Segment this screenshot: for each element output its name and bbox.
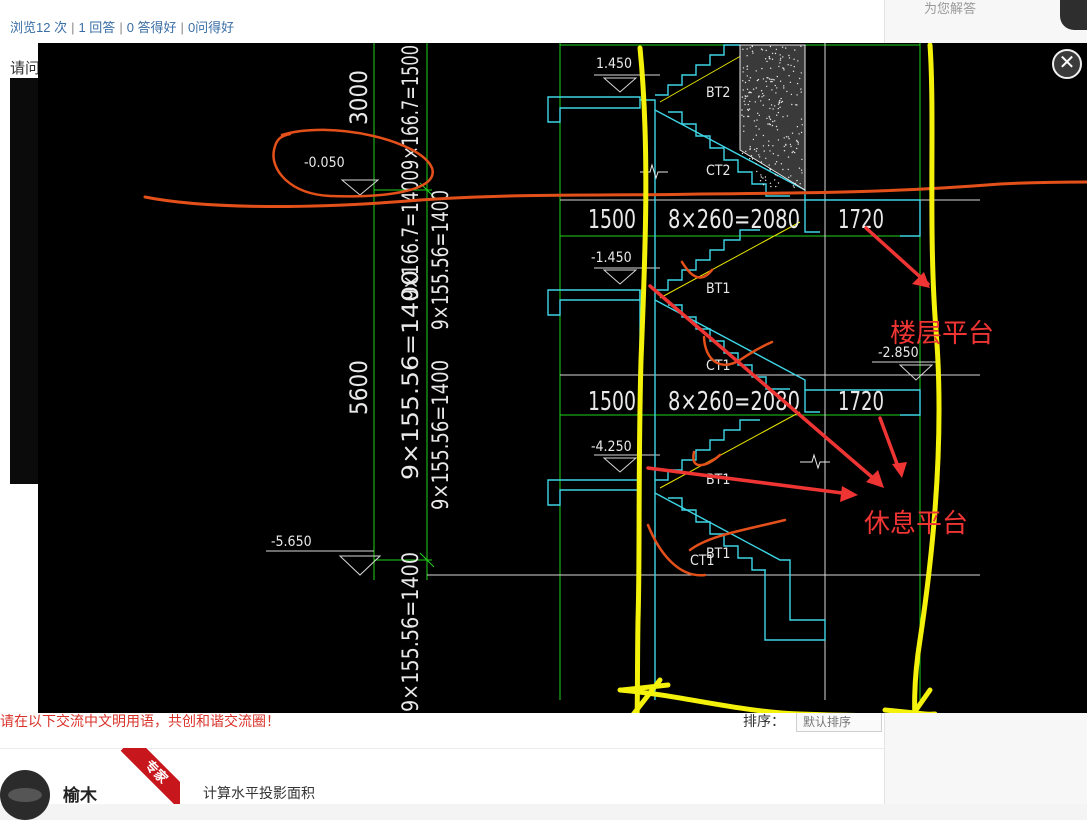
sort-label: 排序：: [743, 713, 785, 729]
floor-platform-label: 楼层平台: [890, 319, 994, 349]
rest-platform-label: 休息平台: [864, 509, 968, 539]
annotation-boundary-left: [634, 45, 649, 713]
annotation-line: [143, 180, 1087, 208]
answer-text: 计算水平投影面积: [203, 785, 315, 801]
answers-count[interactable]: 1 回答: [78, 20, 115, 35]
image-thumbnail[interactable]: [10, 78, 38, 484]
sidebar-search-hint[interactable]: 为您解答: [924, 0, 1064, 20]
image-lightbox: 1.450 -0.050 -1.450 -2.850 -4.250 -5.650…: [38, 43, 1087, 713]
annotation-circle: [272, 128, 434, 198]
annotation-arrows: [646, 226, 930, 496]
answer-good-count: 0 答得好: [126, 20, 177, 35]
annotation-scribble: [646, 518, 787, 577]
annotation-boundary-right: [912, 43, 942, 713]
comment-notice: 请在以下交流中文明用语，共创和谐交流圈！: [0, 713, 280, 729]
sidebar-tab[interactable]: [1060, 0, 1087, 30]
annotation-scribble: [692, 450, 722, 467]
annotation-layer: 楼层平台 休息平台: [143, 43, 1087, 713]
expert-badge: 专家: [120, 748, 180, 804]
user-name[interactable]: 榆木: [63, 781, 97, 806]
views-count: 浏览12 次: [10, 20, 68, 35]
annotation-scribble: [680, 260, 714, 279]
close-button[interactable]: ✕: [1052, 49, 1082, 79]
question-stats: 浏览12 次 | 1 回答 | 0 答得好 | 0问得好: [10, 20, 235, 35]
question-good-count: 0问得好: [187, 20, 235, 35]
avatar[interactable]: [0, 770, 50, 820]
question-text: 请问: [10, 60, 41, 77]
annotation-arrow-heads: [840, 272, 930, 502]
expert-badge-label: 专家: [120, 748, 180, 804]
